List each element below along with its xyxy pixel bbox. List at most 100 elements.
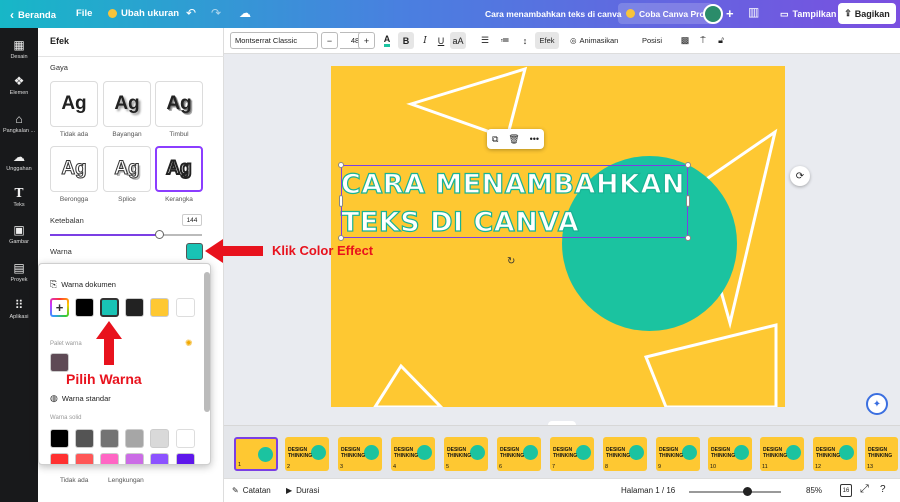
list-icon[interactable]: ≔ bbox=[497, 32, 513, 49]
page-thumbnail[interactable]: DESIGN THINKING 2 bbox=[285, 437, 329, 471]
solid-color-swatch[interactable] bbox=[150, 453, 169, 464]
zoom-slider-handle[interactable] bbox=[743, 487, 752, 496]
transparency-icon[interactable]: ▩ bbox=[677, 32, 693, 49]
page-thumbnail[interactable]: DESIGN THINKING 7 bbox=[550, 437, 594, 471]
nav-brand[interactable]: ⌂ Pangkalan ... bbox=[0, 112, 38, 134]
resize-button[interactable]: Ubah ukuran bbox=[100, 8, 187, 19]
page-thumbnail[interactable]: DESIGN THINKING 9 bbox=[656, 437, 700, 471]
thickness-slider-handle[interactable] bbox=[155, 230, 164, 239]
solid-color-swatch[interactable] bbox=[176, 429, 195, 448]
document-title[interactable]: Cara menambahkan teks di canva bbox=[485, 9, 622, 19]
solid-color-swatch[interactable] bbox=[100, 453, 119, 464]
doc-color-swatch[interactable] bbox=[125, 298, 144, 317]
effect-color-button[interactable] bbox=[186, 243, 203, 260]
solid-color-swatch[interactable] bbox=[176, 453, 195, 464]
insights-icon[interactable]: ▥ bbox=[748, 5, 759, 19]
style-outline[interactable]: Ag bbox=[155, 146, 203, 192]
nav-elements[interactable]: ❖ Elemen bbox=[0, 74, 38, 96]
solid-color-swatch[interactable] bbox=[125, 453, 144, 464]
add-collaborator-icon[interactable]: + bbox=[726, 6, 734, 21]
avatar[interactable] bbox=[703, 4, 723, 24]
doc-color-swatch[interactable] bbox=[150, 298, 169, 317]
doc-color-swatch[interactable] bbox=[176, 298, 195, 317]
page-thumbnail[interactable]: DESIGN THINKING 8 bbox=[603, 437, 647, 471]
popup-scrollbar[interactable] bbox=[204, 272, 210, 412]
style-hollow[interactable]: Ag bbox=[50, 146, 98, 192]
fullscreen-icon[interactable]: ⤢ bbox=[860, 483, 869, 496]
refresh-icon[interactable]: ⟳ bbox=[790, 166, 810, 186]
page-thumbnail[interactable]: 1 bbox=[234, 437, 278, 471]
notes-button[interactable]: ✎ Catatan bbox=[232, 486, 271, 495]
zoom-level[interactable]: 85% bbox=[806, 486, 822, 495]
lock-icon[interactable]: 🔓︎ bbox=[713, 32, 729, 49]
effects-button[interactable]: Efek bbox=[535, 32, 559, 49]
style-shadow[interactable]: Ag bbox=[103, 81, 151, 127]
spacing-icon[interactable]: ↕ bbox=[517, 32, 533, 49]
side-handle[interactable] bbox=[686, 195, 690, 207]
page-thumbnail[interactable]: DESIGN THINKING 11 bbox=[760, 437, 804, 471]
nav-uploads[interactable]: ☁ Unggahan bbox=[0, 150, 38, 172]
style-splice[interactable]: Ag bbox=[103, 146, 151, 192]
font-family-select[interactable]: Montserrat Classic bbox=[230, 32, 318, 49]
home-button[interactable]: ‹ Beranda bbox=[2, 8, 64, 22]
font-size-increase-button[interactable]: + bbox=[358, 32, 375, 49]
page-thumbnail[interactable]: DESIGN THINKING 4 bbox=[391, 437, 435, 471]
help-icon[interactable]: ? bbox=[880, 484, 886, 495]
position-button[interactable]: Posisi bbox=[642, 32, 662, 49]
doc-color-swatch[interactable] bbox=[75, 298, 94, 317]
nav-apps[interactable]: ⠿ Aplikasi bbox=[0, 298, 38, 320]
doc-color-swatch-selected[interactable] bbox=[100, 298, 119, 317]
paint-roller-icon[interactable]: ⍑ bbox=[695, 32, 711, 49]
italic-button[interactable]: I bbox=[417, 32, 433, 49]
solid-color-swatch[interactable] bbox=[50, 453, 69, 464]
side-handle[interactable] bbox=[339, 195, 343, 207]
page-thumbnail[interactable]: DESIGN THINKING 3 bbox=[338, 437, 382, 471]
underline-icon[interactable]: U bbox=[433, 32, 449, 49]
cloud-save-icon[interactable]: ☁ bbox=[239, 6, 251, 20]
file-menu[interactable]: File bbox=[68, 8, 100, 19]
redo-icon[interactable]: ↷ bbox=[211, 6, 221, 20]
resize-handle[interactable] bbox=[338, 162, 344, 168]
present-button[interactable]: ▭ Tampilkan bbox=[772, 4, 844, 24]
page-thumbnail[interactable]: DESIGN THINKING 13 bbox=[865, 437, 898, 471]
nav-text[interactable]: T Teks bbox=[0, 186, 38, 208]
animate-button[interactable]: ◎ Animasikan bbox=[570, 32, 618, 49]
resize-handle[interactable] bbox=[685, 162, 691, 168]
thickness-value-input[interactable]: 144 bbox=[182, 214, 202, 226]
style-none[interactable]: Ag bbox=[50, 81, 98, 127]
solid-color-swatch[interactable] bbox=[75, 453, 94, 464]
nav-projects[interactable]: ▤ Proyek bbox=[0, 261, 38, 283]
style-lift[interactable]: Ag bbox=[155, 81, 203, 127]
page-thumbnail[interactable]: DESIGN THINKING 12 bbox=[813, 437, 857, 471]
palette-color-swatch[interactable] bbox=[50, 353, 69, 372]
more-icon[interactable]: ••• bbox=[530, 134, 539, 144]
page-thumbnail[interactable]: DESIGN THINKING 5 bbox=[444, 437, 488, 471]
bold-button[interactable]: B bbox=[398, 32, 414, 49]
duplicate-icon[interactable]: ⧉ bbox=[492, 134, 498, 145]
resize-handle[interactable] bbox=[338, 235, 344, 241]
page-thumbnail[interactable]: DESIGN THINKING 10 bbox=[708, 437, 752, 471]
duration-button[interactable]: ▶ Durasi bbox=[286, 486, 319, 495]
solid-color-swatch[interactable] bbox=[125, 429, 144, 448]
nav-design[interactable]: ▦ Desain bbox=[0, 38, 38, 60]
page-grid-button[interactable]: 16 bbox=[840, 484, 852, 497]
zoom-slider-track[interactable] bbox=[689, 491, 781, 493]
resize-handle[interactable] bbox=[685, 235, 691, 241]
align-left-icon[interactable]: ☰ bbox=[477, 32, 493, 49]
trash-icon[interactable]: 🗑︎ bbox=[508, 134, 519, 145]
magic-assistant-icon[interactable]: ✦ bbox=[866, 393, 888, 415]
solid-color-swatch[interactable] bbox=[50, 429, 69, 448]
font-size-decrease-button[interactable]: − bbox=[321, 32, 338, 49]
try-pro-button[interactable]: Coba Canva Pro bbox=[618, 3, 713, 24]
undo-icon[interactable]: ↶ bbox=[186, 6, 196, 20]
letter-case-button[interactable]: aA bbox=[450, 32, 466, 49]
solid-color-swatch[interactable] bbox=[150, 429, 169, 448]
page-thumbnail[interactable]: DESIGN THINKING 6 bbox=[497, 437, 541, 471]
text-color-icon[interactable]: A bbox=[379, 32, 395, 49]
add-color-icon[interactable]: + bbox=[50, 298, 69, 317]
nav-images[interactable]: ▣ Gambar bbox=[0, 223, 38, 245]
share-button[interactable]: ⇪ Bagikan bbox=[838, 3, 896, 24]
solid-color-swatch[interactable] bbox=[75, 429, 94, 448]
solid-color-swatch[interactable] bbox=[100, 429, 119, 448]
rotate-icon[interactable]: ↻ bbox=[507, 256, 515, 267]
